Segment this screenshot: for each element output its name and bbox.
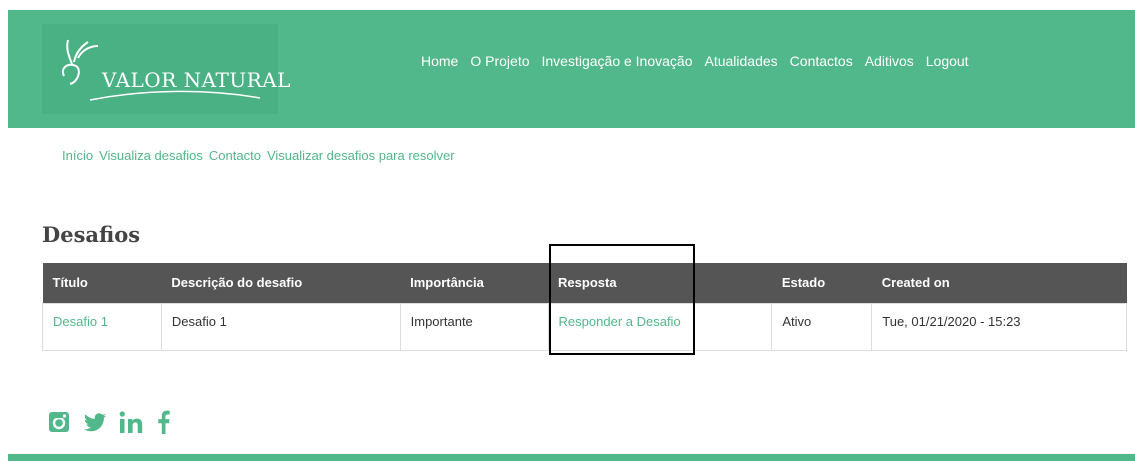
header-importancia[interactable]: Importância [400, 263, 548, 303]
cell-created-on: Tue, 01/21/2020 - 15:23 [871, 302, 1127, 351]
social-links [47, 410, 179, 434]
breadcrumb-inicio[interactable]: Início [62, 148, 93, 163]
main-nav: Home O Projeto Investigação e Inovação A… [421, 53, 969, 69]
breadcrumb-contacto[interactable]: Contacto [209, 148, 261, 163]
site-header: VALOR NATURAL Home O Projeto Investigaçã… [8, 10, 1135, 128]
logo[interactable]: VALOR NATURAL [42, 24, 290, 114]
page-title: Desafios [42, 222, 141, 247]
nav-logout[interactable]: Logout [926, 53, 969, 69]
twitter-icon[interactable] [83, 410, 107, 434]
header-descricao[interactable]: Descrição do desafio [161, 263, 400, 303]
logo-text: VALOR NATURAL [102, 68, 291, 92]
facebook-icon[interactable] [155, 410, 179, 434]
challenges-table: Título Descrição do desafio Importância … [42, 263, 1127, 351]
nav-home[interactable]: Home [421, 53, 458, 69]
cell-resposta: Responder a Desafio [547, 302, 773, 351]
table-row: Desafio 1 Desafio 1 Importante Responder… [42, 302, 1127, 351]
breadcrumb-desafios-resolver[interactable]: Visualizar desafios para resolver [267, 148, 455, 163]
cell-titulo: Desafio 1 [42, 302, 162, 351]
cell-descricao: Desafio 1 [160, 302, 401, 351]
breadcrumb: Início Visualiza desafios Contacto Visua… [62, 148, 455, 163]
cell-importancia: Importante [399, 302, 549, 351]
header-created-on[interactable]: Created on [872, 263, 1127, 303]
breadcrumb-visualiza-desafios[interactable]: Visualiza desafios [99, 148, 203, 163]
cell-estado: Ativo [771, 302, 873, 351]
nav-investigacao[interactable]: Investigação e Inovação [542, 53, 693, 69]
header-titulo[interactable]: Título [43, 263, 162, 303]
linkedin-icon[interactable] [119, 410, 143, 434]
nav-atualidades[interactable]: Atualidades [705, 53, 778, 69]
header-estado[interactable]: Estado [772, 263, 872, 303]
respond-challenge-link[interactable]: Responder a Desafio [559, 314, 681, 329]
nav-o-projeto[interactable]: O Projeto [470, 53, 529, 69]
footer-bar [8, 454, 1135, 461]
instagram-icon[interactable] [47, 410, 71, 434]
table-header-row: Título Descrição do desafio Importância … [42, 263, 1127, 303]
header-resposta: Resposta [558, 275, 617, 291]
nav-contactos[interactable]: Contactos [790, 53, 853, 69]
nav-aditivos[interactable]: Aditivos [865, 53, 914, 69]
challenge-title-link[interactable]: Desafio 1 [53, 314, 108, 329]
